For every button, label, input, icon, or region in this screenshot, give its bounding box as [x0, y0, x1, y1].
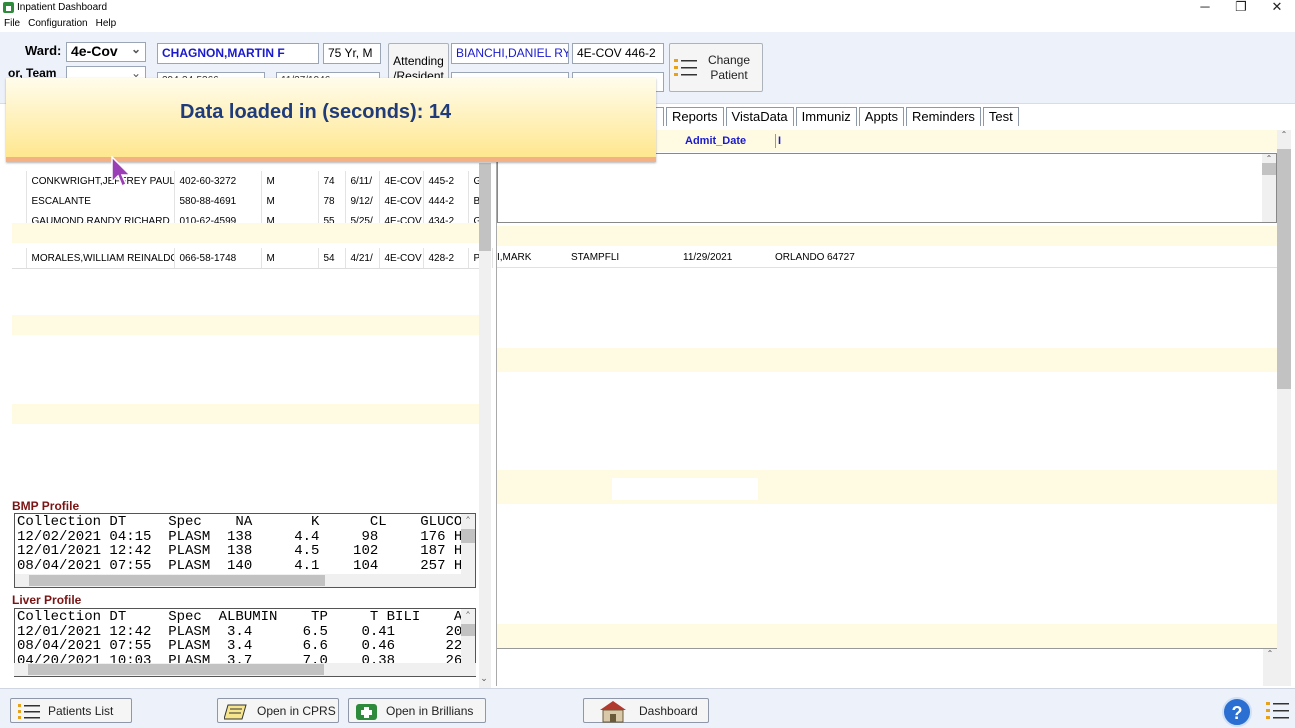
liver-row: 08/04/2021 07:55 PLASM 3.4 6.6 0.46 22: [17, 638, 463, 654]
restore-button[interactable]: ❐: [1221, 0, 1261, 16]
table-row[interactable]: MORALES,WILLIAM REINALDO 066-58-1748 M 54 4/…: [12, 248, 493, 268]
open-cprs-label: Open in CPRS: [257, 703, 336, 718]
table-row[interactable]: CONKWRIGHT,JEFFREY PAUL 402-60-3272 M 74 6/1…: [12, 171, 480, 191]
liver-hscroll[interactable]: [14, 663, 476, 676]
help-button[interactable]: ?: [1222, 697, 1252, 727]
tab-vistadata[interactable]: VistaData: [725, 107, 794, 126]
bmp-profile-title: BMP Profile: [12, 499, 80, 513]
list-icon: [674, 58, 697, 76]
bmp-vscroll[interactable]: ⌃: [461, 514, 475, 574]
list-icon: [18, 703, 40, 719]
load-time-toast: Data loaded in (seconds): 14: [6, 78, 656, 162]
cursor-icon: [111, 156, 132, 188]
patient-table-lower: MORALES,WILLIAM REINALDO 066-58-1748 M 54 4/…: [12, 248, 493, 268]
table-row[interactable]: ESCALANTE580-88-4691M789/12/4E-COV444-2B: [12, 191, 480, 211]
detail-admit-date: 11/29/2021: [683, 252, 733, 263]
title-bar: Inpatient Dashboard ─ ❐ ✕: [0, 0, 1295, 16]
patients-list-button[interactable]: Patients List: [10, 698, 132, 723]
ward-select[interactable]: 4e-Cov: [66, 42, 146, 62]
detail-provider: STAMPFLI: [571, 252, 620, 263]
patient-name-field: CHAGNON,MARTIN F: [157, 43, 319, 64]
liver-vscroll[interactable]: ⌃: [461, 609, 475, 664]
bmp-row: 08/04/2021 07:55 PLASM 140 4.1 104 257 H: [17, 557, 463, 574]
bottom-bar: Patients List Open in CPRS Open in Brill…: [0, 688, 1295, 728]
bed-field: 4E-COV 446-2: [572, 43, 664, 64]
tab-test[interactable]: Test: [982, 107, 1019, 126]
dashboard-button[interactable]: Dashboard: [583, 698, 709, 723]
bmp-hscroll[interactable]: [15, 574, 475, 587]
bmp-header: Collection DT Spec NA K CL GLUCOS: [17, 515, 463, 530]
menu-configuration[interactable]: Configuration: [24, 16, 91, 31]
menu-list-icon[interactable]: [1265, 699, 1291, 723]
right-panel: Admit_Date I ⌃ I,MARK STAMPFLI 11/29/202…: [496, 130, 1277, 686]
ward-label: Ward:: [25, 43, 62, 58]
change-patient-label: Change Patient: [707, 52, 751, 82]
house-icon: [600, 700, 626, 722]
tab-bar: Reports VistaData Immuniz Appts Reminder…: [656, 107, 1021, 127]
tab-reminders[interactable]: Reminders: [906, 107, 981, 126]
notepad-icon: [224, 704, 247, 719]
menu-help[interactable]: Help: [92, 16, 121, 31]
right-vscroll[interactable]: ⌃: [1277, 130, 1291, 686]
col-header-extra[interactable]: I: [778, 135, 781, 147]
medical-kit-icon: [356, 703, 377, 720]
app-icon: [3, 2, 14, 13]
minimize-button[interactable]: ─: [1185, 0, 1225, 16]
tab-reports[interactable]: Reports: [666, 107, 724, 126]
detail-code: 64727: [827, 252, 855, 263]
age-sex-field: 75 Yr, M: [323, 43, 381, 64]
bmp-row: 12/01/2021 12:42 PLASM 138 4.5 102 187 H: [17, 543, 463, 559]
menu-file[interactable]: File: [0, 16, 24, 31]
tab-hidden[interactable]: [656, 107, 664, 126]
detail-row[interactable]: I,MARK STAMPFLI 11/29/2021 ORLANDO 64727: [497, 248, 1277, 268]
change-patient-button[interactable]: Change Patient: [669, 43, 763, 92]
dashboard-label: Dashboard: [639, 703, 698, 718]
menu-bar: File Configuration Help: [0, 16, 120, 32]
detail-location: ORLANDO: [775, 252, 825, 263]
liver-row: 12/01/2021 12:42 PLASM 3.4 6.5 0.41 20: [17, 623, 463, 640]
col-header-admit-date[interactable]: Admit_Date: [685, 135, 746, 147]
liver-header: Collection DT Spec ALBUMIN TP T BILI AST: [17, 610, 463, 625]
notes-box[interactable]: ⌃: [497, 648, 1277, 686]
attending-name-field: BIANCHI,DANIEL RY: [451, 43, 569, 64]
detail-box[interactable]: ⌃: [497, 153, 1277, 223]
bmp-row: 12/02/2021 04:15 PLASM 138 4.4 98 176 H: [17, 528, 463, 545]
patient-list-panel: CONKWRIGHT,JEFFREY PAUL 402-60-3272 M 74 6/1…: [12, 128, 493, 496]
open-brillians-label: Open in Brillians: [386, 703, 474, 718]
open-brillians-button[interactable]: Open in Brillians: [348, 698, 486, 723]
tab-appts[interactable]: Appts: [858, 107, 905, 126]
detail-attending: I,MARK: [497, 252, 532, 263]
open-cprs-button[interactable]: Open in CPRS: [217, 698, 339, 723]
patient-table: CONKWRIGHT,JEFFREY PAUL 402-60-3272 M 74 6/1…: [12, 171, 480, 231]
detail-vscroll[interactable]: ⌃: [1262, 154, 1276, 222]
toast-message: Data loaded in (seconds): 14: [180, 101, 452, 123]
splitter-scrollbar[interactable]: [479, 163, 491, 688]
close-button[interactable]: ✕: [1257, 0, 1295, 16]
tab-immuniz[interactable]: Immuniz: [795, 107, 857, 126]
bmp-profile-box[interactable]: Collection DT Spec NA K CL GLUCOS 12/02/…: [14, 513, 476, 588]
patients-list-label: Patients List: [48, 703, 114, 718]
window-title: Inpatient Dashboard: [17, 2, 108, 13]
liver-profile-title: Liver Profile: [12, 593, 82, 607]
scroll-down-arrow[interactable]: ⌄: [477, 673, 491, 684]
